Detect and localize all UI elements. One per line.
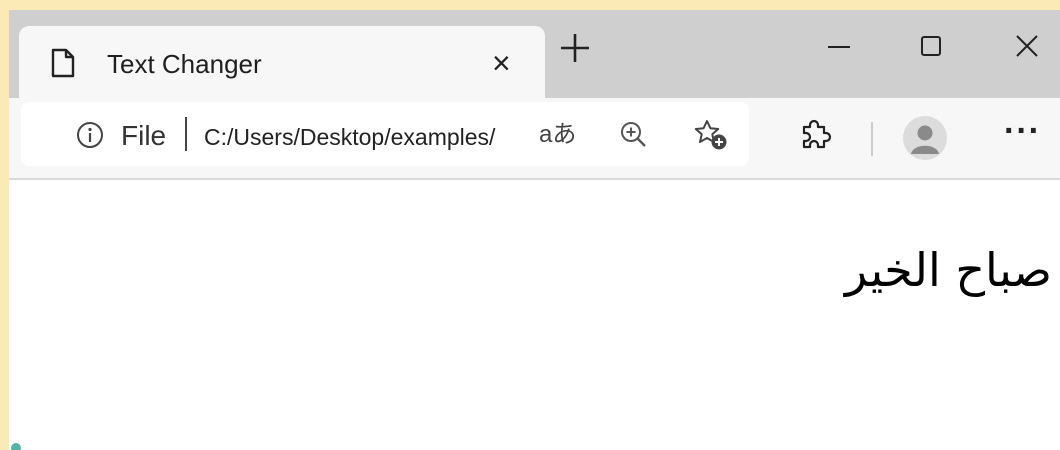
url-text[interactable]: C:/Users/Desktop/examples/ [204, 122, 495, 152]
toolbar: File C:/Users/Desktop/examples/ aあ ··· [9, 98, 1060, 180]
address-bar[interactable]: File C:/Users/Desktop/examples/ aあ [21, 102, 749, 166]
greeting-text: صباح الخير [844, 243, 1052, 297]
extensions-icon[interactable] [799, 119, 833, 158]
add-favorite-icon[interactable] [693, 118, 729, 157]
close-tab-icon[interactable]: × [492, 45, 511, 81]
minimize-icon[interactable] [819, 27, 859, 67]
tab-title: Text Changer [107, 49, 262, 79]
browser-window: Text Changer × File C:/Users/Desktop/exa… [9, 10, 1060, 450]
more-options-icon[interactable]: ··· [1004, 114, 1041, 148]
address-separator [185, 117, 187, 151]
info-icon[interactable] [76, 121, 104, 154]
corner-decoration [11, 443, 21, 450]
page-content: صباح الخير [9, 180, 1060, 450]
profile-avatar[interactable] [903, 116, 947, 165]
maximize-icon[interactable] [911, 27, 951, 67]
new-tab-icon[interactable] [555, 28, 595, 68]
tab-text-changer[interactable]: Text Changer × [19, 26, 545, 102]
zoom-icon[interactable] [619, 120, 649, 155]
toolbar-divider [871, 122, 873, 156]
tab-strip: Text Changer × [9, 10, 1060, 102]
read-aloud-icon[interactable]: aあ [539, 121, 576, 149]
page-icon [51, 48, 75, 83]
close-window-icon[interactable] [1007, 27, 1047, 67]
url-scheme-label: File [121, 120, 167, 151]
